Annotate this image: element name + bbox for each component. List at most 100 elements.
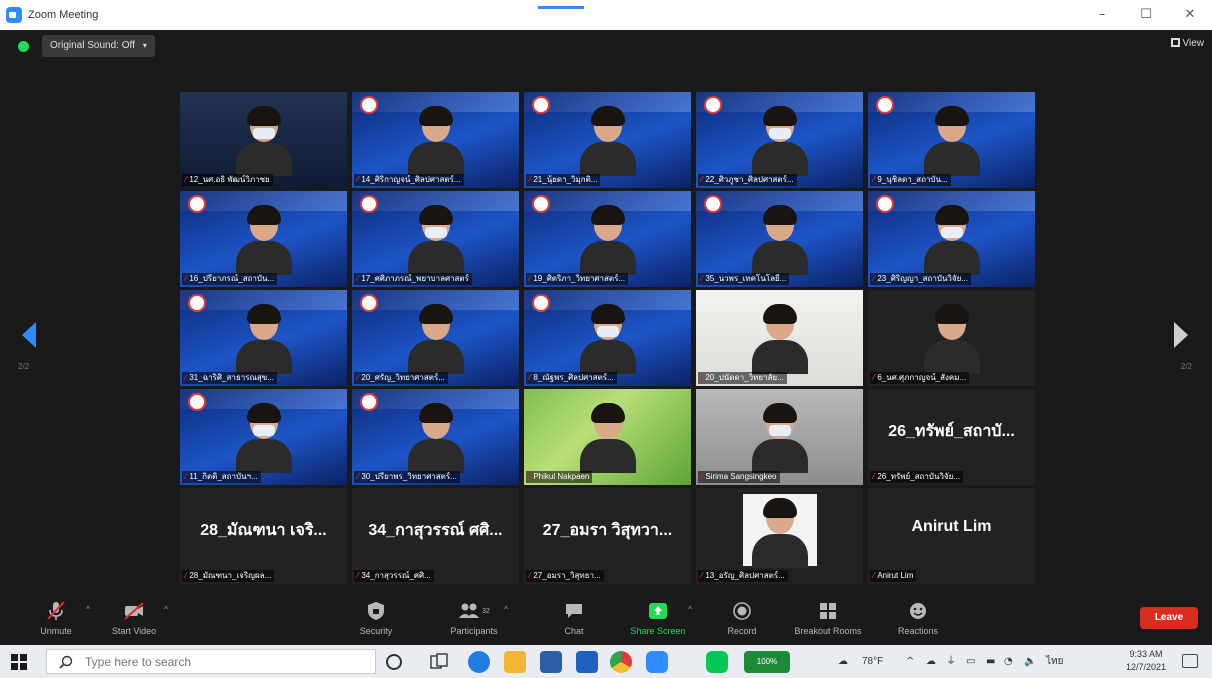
- reactions-smiley-icon: [882, 598, 954, 624]
- muted-mic-icon: ⁄: [357, 472, 359, 481]
- taskbar-search[interactable]: [46, 649, 376, 674]
- participant-tile[interactable]: ⁄ 31_ฉาริศิ_สาธารณสุข...: [180, 290, 347, 386]
- muted-mic-icon: ⁄: [185, 472, 187, 481]
- windows-start-icon[interactable]: [10, 653, 28, 671]
- wifi-icon[interactable]: ◔: [1004, 645, 1013, 678]
- search-input[interactable]: [85, 654, 355, 669]
- weather-temp[interactable]: 78°F: [862, 645, 883, 678]
- line-app-icon[interactable]: [706, 651, 728, 673]
- zoom-window: Zoom Meeting – ☐ ✕ Original Sound: Off ▾ …: [0, 0, 1212, 678]
- usb-icon[interactable]: ⏚: [946, 645, 956, 678]
- participant-name: Sirima Sangsingkeo: [705, 472, 777, 481]
- participant-tile[interactable]: Anirut Lim ⁄ Anirut Lim: [868, 488, 1035, 584]
- participant-tile[interactable]: ⁄ 9_นุชิลดา_สถาบัน...: [868, 92, 1035, 188]
- minimize-button[interactable]: –: [1080, 0, 1124, 30]
- participant-tile[interactable]: ⁄ 11_กิตติ_สถาบันฯ...: [180, 389, 347, 485]
- meeting-area: Original Sound: Off ▾ View 2/2 2/2 ⁄ 12_นศ…: [0, 30, 1212, 595]
- participant-tile[interactable]: ⁄ 20_ปนัดดา_วิทยาลัย...: [696, 290, 863, 386]
- battery-meter[interactable]: 100%: [744, 651, 790, 673]
- muted-mic-icon: ⁄: [357, 175, 359, 184]
- muted-mic-icon: ⁄: [185, 175, 187, 184]
- participant-tile[interactable]: ⁄ 23_ศิริญญา_สถาบันวิจัย...: [868, 191, 1035, 287]
- input-language[interactable]: ไทย: [1046, 645, 1063, 678]
- muted-mic-icon: ⁄: [873, 274, 875, 283]
- participant-name-label: ⁄ 11_กิตติ_สถาบันฯ...: [182, 471, 261, 483]
- participant-tile[interactable]: ⁄ 22_ศิวภูชา_ศิลปศาสตร์...: [696, 92, 863, 188]
- participant-name: 35_นวพร_เทคโนโลยี...: [705, 274, 787, 283]
- participant-tile[interactable]: 27_อมรา วิสุทวา... ⁄ 27_อมรา_วิสุทธา...: [524, 488, 691, 584]
- participant-name-label: ⁄ 9_นุชิลดา_สถาบัน...: [870, 174, 951, 186]
- participant-video: [404, 302, 468, 374]
- onedrive-icon[interactable]: ☁: [926, 645, 936, 678]
- participant-tile[interactable]: ⁄ 12_นศ.อธิ พัฒน์วิภาชย: [180, 92, 347, 188]
- participant-tile[interactable]: ⁄ Sirima Sangsingkeo: [696, 389, 863, 485]
- chevron-up-icon[interactable]: ^: [688, 605, 692, 614]
- store-app-icon[interactable]: [576, 651, 598, 673]
- chrome-browser-icon[interactable]: [610, 651, 632, 673]
- participant-tile[interactable]: 34_กาสุวรรณ์ ศศิ... ⁄ 34_กาสุวรรณ์_ศศิ...: [352, 488, 519, 584]
- chevron-up-icon[interactable]: ^: [86, 605, 90, 614]
- participant-name: 23_ศิริญญา_สถาบันวิจัย...: [877, 274, 968, 283]
- participant-tile[interactable]: ⁄ 14_ศิริกาญจน์_ศิลปศาสตร์...: [352, 92, 519, 188]
- chevron-up-icon[interactable]: ^: [164, 605, 168, 614]
- breakout-rooms-label: Breakout Rooms: [794, 626, 862, 636]
- participant-name-label: ⁄ Anirut Lim: [870, 570, 917, 582]
- share-screen-button[interactable]: ^ Share Screen: [622, 598, 694, 636]
- file-explorer-icon[interactable]: [504, 651, 526, 673]
- close-button[interactable]: ✕: [1168, 0, 1212, 30]
- participant-tile[interactable]: ⁄ 16_ปรียาภรณ์_สถาบัน...: [180, 191, 347, 287]
- notification-center-icon[interactable]: [1182, 654, 1198, 668]
- next-page-arrow-icon[interactable]: [1172, 320, 1190, 350]
- encryption-shield-icon[interactable]: [18, 41, 29, 52]
- participant-tile[interactable]: ⁄ 21_นุ้ยดา_วิมุกติ...: [524, 92, 691, 188]
- chat-button[interactable]: Chat: [538, 598, 610, 636]
- participant-tile[interactable]: ⁄ Phikul Nakpaen: [524, 389, 691, 485]
- unmute-button[interactable]: ^ Unmute: [20, 598, 92, 636]
- participant-video: [404, 401, 468, 473]
- maximize-button[interactable]: ☐: [1124, 0, 1168, 30]
- muted-mic-icon: ⁄: [701, 472, 703, 481]
- participant-tile[interactable]: 26_ทรัพย์_สถาบั... ⁄ 26_ทรัพย์_สถาบันวิจัย…: [868, 389, 1035, 485]
- muted-mic-icon: ⁄: [185, 274, 187, 283]
- profile-photo: [743, 494, 817, 568]
- volume-icon[interactable]: 🔈: [1024, 645, 1036, 678]
- weather-cloud-icon[interactable]: ☁: [838, 645, 856, 678]
- leave-button[interactable]: Leave: [1140, 607, 1198, 629]
- cortana-icon[interactable]: [386, 654, 402, 670]
- chevron-up-icon[interactable]: ^: [504, 605, 508, 614]
- participant-name: 11_กิตติ_สถาบันฯ...: [189, 472, 258, 481]
- taskbar-clock[interactable]: 9:33 AM 12/7/2021: [1126, 648, 1166, 674]
- participant-display-name: 34_กาสุวรรณ์ ศศิ...: [368, 522, 503, 539]
- muted-mic-icon: ⁄: [357, 571, 359, 580]
- participant-tile[interactable]: ⁄ 13_อรัญ_ศิลปศาสตร์...: [696, 488, 863, 584]
- view-button[interactable]: View: [1170, 38, 1204, 49]
- breakout-rooms-button[interactable]: Breakout Rooms: [792, 598, 864, 636]
- participant-tile[interactable]: ⁄ 30_ปรียาพร_วิทยาศาสตร์...: [352, 389, 519, 485]
- participant-name: 22_ศิวภูชา_ศิลปศาสตร์...: [705, 175, 794, 184]
- security-button[interactable]: Security: [340, 598, 412, 636]
- tray-chevron-up-icon[interactable]: ^: [906, 645, 914, 678]
- record-button[interactable]: Record: [706, 598, 778, 636]
- start-video-button[interactable]: ^ Start Video: [98, 598, 170, 636]
- prev-page-arrow-icon[interactable]: [20, 320, 38, 350]
- reactions-button[interactable]: Reactions: [882, 598, 954, 636]
- zoom-taskbar-icon[interactable]: [646, 651, 668, 673]
- original-sound-button[interactable]: Original Sound: Off ▾: [42, 35, 155, 57]
- network-icon[interactable]: ▭: [966, 645, 975, 678]
- participant-tile[interactable]: 28_มัณฑนา เจริ... ⁄ 28_มัณฑนา_เจริญผล...: [180, 488, 347, 584]
- participant-name-label: ⁄ 13_อรัญ_ศิลปศาสตร์...: [698, 570, 788, 582]
- battery-icon[interactable]: ▬: [986, 645, 995, 678]
- university-logo-icon: [360, 195, 378, 213]
- participant-tile[interactable]: ⁄ 19_ศิตริภา_วิทยาศาสตร์...: [524, 191, 691, 287]
- participant-tile[interactable]: ⁄ 20_ศรัญ_วิทยาศาสตร์...: [352, 290, 519, 386]
- participants-button[interactable]: 32 ^ Participants: [438, 598, 510, 636]
- participant-video: [748, 496, 812, 568]
- participant-tile[interactable]: ⁄ 8_ณัฐพร_ศิลปศาสตร์...: [524, 290, 691, 386]
- task-view-icon[interactable]: [428, 651, 450, 673]
- edge-browser-icon[interactable]: [468, 651, 490, 673]
- participant-tile[interactable]: ⁄ 35_นวพร_เทคโนโลยี...: [696, 191, 863, 287]
- mail-app-icon[interactable]: [540, 651, 562, 673]
- search-icon: [59, 655, 73, 669]
- participant-tile[interactable]: ⁄ 6_นศ.ศุภกาญจน์_สังคม...: [868, 290, 1035, 386]
- participant-tile[interactable]: ⁄ 17_ศศิภาภรณ์_พยาบาลศาสตร์: [352, 191, 519, 287]
